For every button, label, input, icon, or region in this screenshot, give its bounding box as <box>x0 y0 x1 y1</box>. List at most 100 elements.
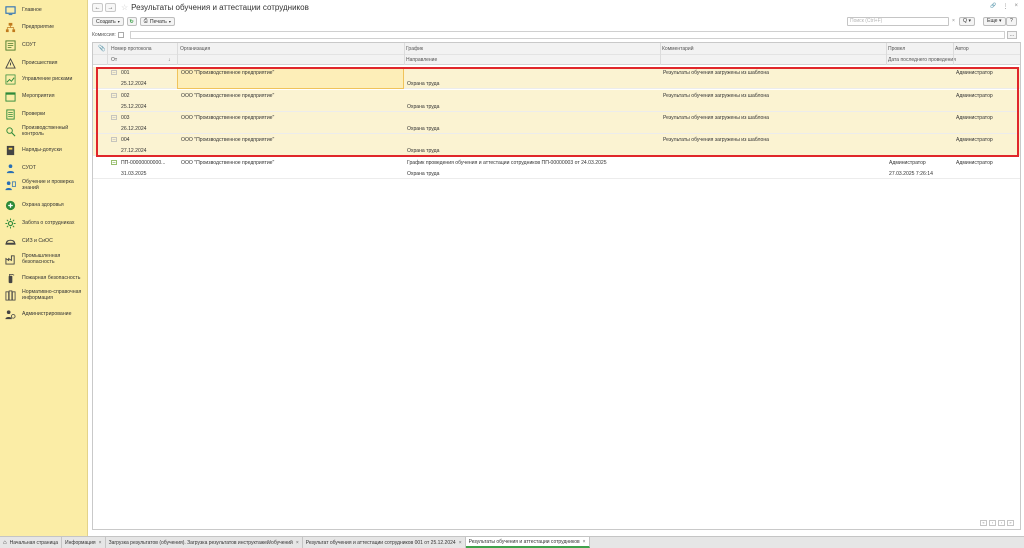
tab-label: Загрузка результатов (обучения). Загрузк… <box>108 539 293 546</box>
col-conducted[interactable]: Провел <box>888 46 905 52</box>
tab-label: Информация <box>65 539 96 546</box>
tab-item[interactable]: Результат обучения и аттестации сотрудни… <box>303 537 466 548</box>
col-date[interactable]: От <box>111 57 117 63</box>
document-icon <box>111 115 117 120</box>
forward-button[interactable]: → <box>105 3 116 12</box>
cell-date: 25.12.2024 <box>121 104 147 110</box>
tab-item[interactable]: Загрузка результатов (обучения). Загрузк… <box>106 537 303 548</box>
col-number[interactable]: Номер протокола <box>111 46 152 52</box>
cell-number: 001 <box>121 70 130 76</box>
cell-schedule: График проведения обучения и аттестации … <box>407 160 607 166</box>
more-button[interactable]: Еще ▾ <box>983 17 1006 26</box>
risk-chart-icon <box>5 74 16 85</box>
link-icon[interactable]: 🔗 <box>990 3 996 10</box>
document-icon <box>111 137 117 142</box>
table-row[interactable]: 001 25.12.2024 ООО "Производственное предп… <box>93 67 1020 89</box>
page-title: Результаты обучения и аттестации сотрудн… <box>131 3 309 12</box>
tab-label: Результат обучения и аттестации сотрудни… <box>305 539 456 546</box>
sidebar-item[interactable]: Обучение и проверка знаний <box>0 177 88 193</box>
checklist-icon <box>5 108 16 120</box>
tab-item[interactable]: Информация × <box>62 537 106 548</box>
pager-button[interactable]: › <box>998 520 1005 526</box>
sidebar-item[interactable]: Охрана здоровья <box>0 197 88 213</box>
sidebar-item[interactable]: Мероприятия <box>0 88 88 104</box>
sidebar-item-label: Предприятие <box>22 24 54 30</box>
close-tab-icon[interactable]: × <box>459 540 462 546</box>
sidebar-item[interactable]: Управление рисками <box>0 71 88 87</box>
favorite-star-icon[interactable]: ☆ <box>121 3 128 12</box>
sidebar-item[interactable]: Наряды-допуски <box>0 142 88 158</box>
calendar-icon <box>5 91 16 102</box>
pager-button[interactable]: ‹ <box>989 520 996 526</box>
sidebar-item-label: Забота о сотрудниках <box>22 220 75 226</box>
table-row[interactable]: 002 25.12.2024 ООО "Производственное предп… <box>93 90 1020 112</box>
cell-date: 27.12.2024 <box>121 148 147 154</box>
commission-select-button[interactable]: ... <box>1007 31 1017 39</box>
back-button[interactable]: ← <box>92 3 103 12</box>
sidebar-item[interactable]: СУОТ <box>0 160 88 176</box>
attachment-icon: 📎 <box>98 46 106 52</box>
sidebar-item[interactable]: Производственный контроль <box>0 123 88 139</box>
people-icon <box>5 163 16 174</box>
close-tab-icon[interactable]: × <box>583 539 586 545</box>
print-label: Печать <box>149 18 167 25</box>
commission-field[interactable] <box>130 31 1005 39</box>
sidebar: Главное Предприятие СОУТ Происшествия Управл… <box>0 0 88 536</box>
col-author[interactable]: Автор <box>955 46 969 52</box>
sidebar-item-label: Обучение и проверка знаний <box>22 179 74 191</box>
sidebar-item[interactable]: Происшествия <box>0 55 88 71</box>
sidebar-item[interactable]: Администрирование <box>0 306 88 322</box>
sidebar-item[interactable]: Предприятие <box>0 19 88 35</box>
sidebar-item[interactable]: СОУТ <box>0 37 88 53</box>
sidebar-item-label: Наряды-допуски <box>22 147 62 153</box>
table-row[interactable]: 004 27.12.2024 ООО "Производственное предп… <box>93 134 1020 156</box>
col-last-date[interactable]: Дата последнего проведения <box>888 57 956 63</box>
chevron-down-icon: ▾ <box>168 19 171 24</box>
cell-number: 004 <box>121 137 130 143</box>
col-org[interactable]: Организация <box>180 46 210 52</box>
create-button[interactable]: Создать ▾ <box>92 17 124 26</box>
cell-last-date: 27.03.2025 7:26:14 <box>889 171 933 177</box>
sidebar-item-label: Нормативно-справочная информация <box>22 289 82 301</box>
search-button[interactable]: Q ▾ <box>959 17 976 26</box>
clear-search-icon[interactable]: × <box>950 17 957 26</box>
industry-icon <box>5 254 16 265</box>
cell-number: 003 <box>121 115 130 121</box>
col-schedule[interactable]: График <box>406 46 423 52</box>
sidebar-item[interactable]: Проверки <box>0 106 88 122</box>
sort-down-icon: ↓ <box>168 57 171 63</box>
col-direction[interactable]: Направление <box>406 57 437 63</box>
table-row[interactable]: 003 26.12.2024 ООО "Производственное предп… <box>93 112 1020 134</box>
tab-home[interactable]: ⌂ Начальная страница <box>0 537 63 548</box>
sidebar-item[interactable]: Пожарная безопасность <box>0 270 88 286</box>
tab-item[interactable]: Результаты обучения и аттестации сотрудн… <box>465 537 590 548</box>
sidebar-item-label: Проверки <box>22 111 46 117</box>
sidebar-item[interactable]: Главное <box>0 2 88 18</box>
create-label: Создать <box>96 18 116 25</box>
pager-button[interactable]: « <box>980 520 987 526</box>
close-icon[interactable]: × <box>1014 3 1018 10</box>
col-comment[interactable]: Комментарий <box>662 46 694 52</box>
sidebar-item[interactable]: СИЗ и СиОС <box>0 233 88 249</box>
pager-button[interactable]: » <box>1007 520 1014 526</box>
sidebar-item[interactable]: Нормативно-справочная информация <box>0 287 88 303</box>
help-button[interactable]: ? <box>1006 17 1017 26</box>
close-tab-icon[interactable]: × <box>99 540 102 546</box>
arrow-right-icon: → <box>107 4 114 11</box>
refresh-button[interactable]: ↻ <box>126 17 137 26</box>
cell-author: Администратор <box>956 93 993 99</box>
search-input[interactable]: Поиск (Ctrl+F) <box>847 17 949 26</box>
permit-icon <box>5 145 16 156</box>
toolbar: Создать ▾ ↻ ⎙ Печать ▾ Поиск (Ctrl+F) × Q ▾… <box>89 15 1024 28</box>
commission-checkbox[interactable] <box>117 31 124 38</box>
sidebar-item-label: Промышленная безопасность <box>22 253 61 265</box>
col-sep <box>886 43 887 65</box>
commission-label: Комиссия: <box>92 31 116 38</box>
tab-label: Результаты обучения и аттестации сотрудн… <box>468 538 580 545</box>
sidebar-item[interactable]: Забота о сотрудниках <box>0 215 88 231</box>
more-icon[interactable]: ⋮ <box>1002 3 1008 10</box>
sidebar-item[interactable]: Промышленная безопасность <box>0 251 88 267</box>
print-button[interactable]: ⎙ Печать ▾ <box>139 17 175 26</box>
table-row[interactable]: ПП-00000000000... 31.03.2025 ООО "Производ… <box>93 157 1020 179</box>
close-tab-icon[interactable]: × <box>296 540 299 546</box>
